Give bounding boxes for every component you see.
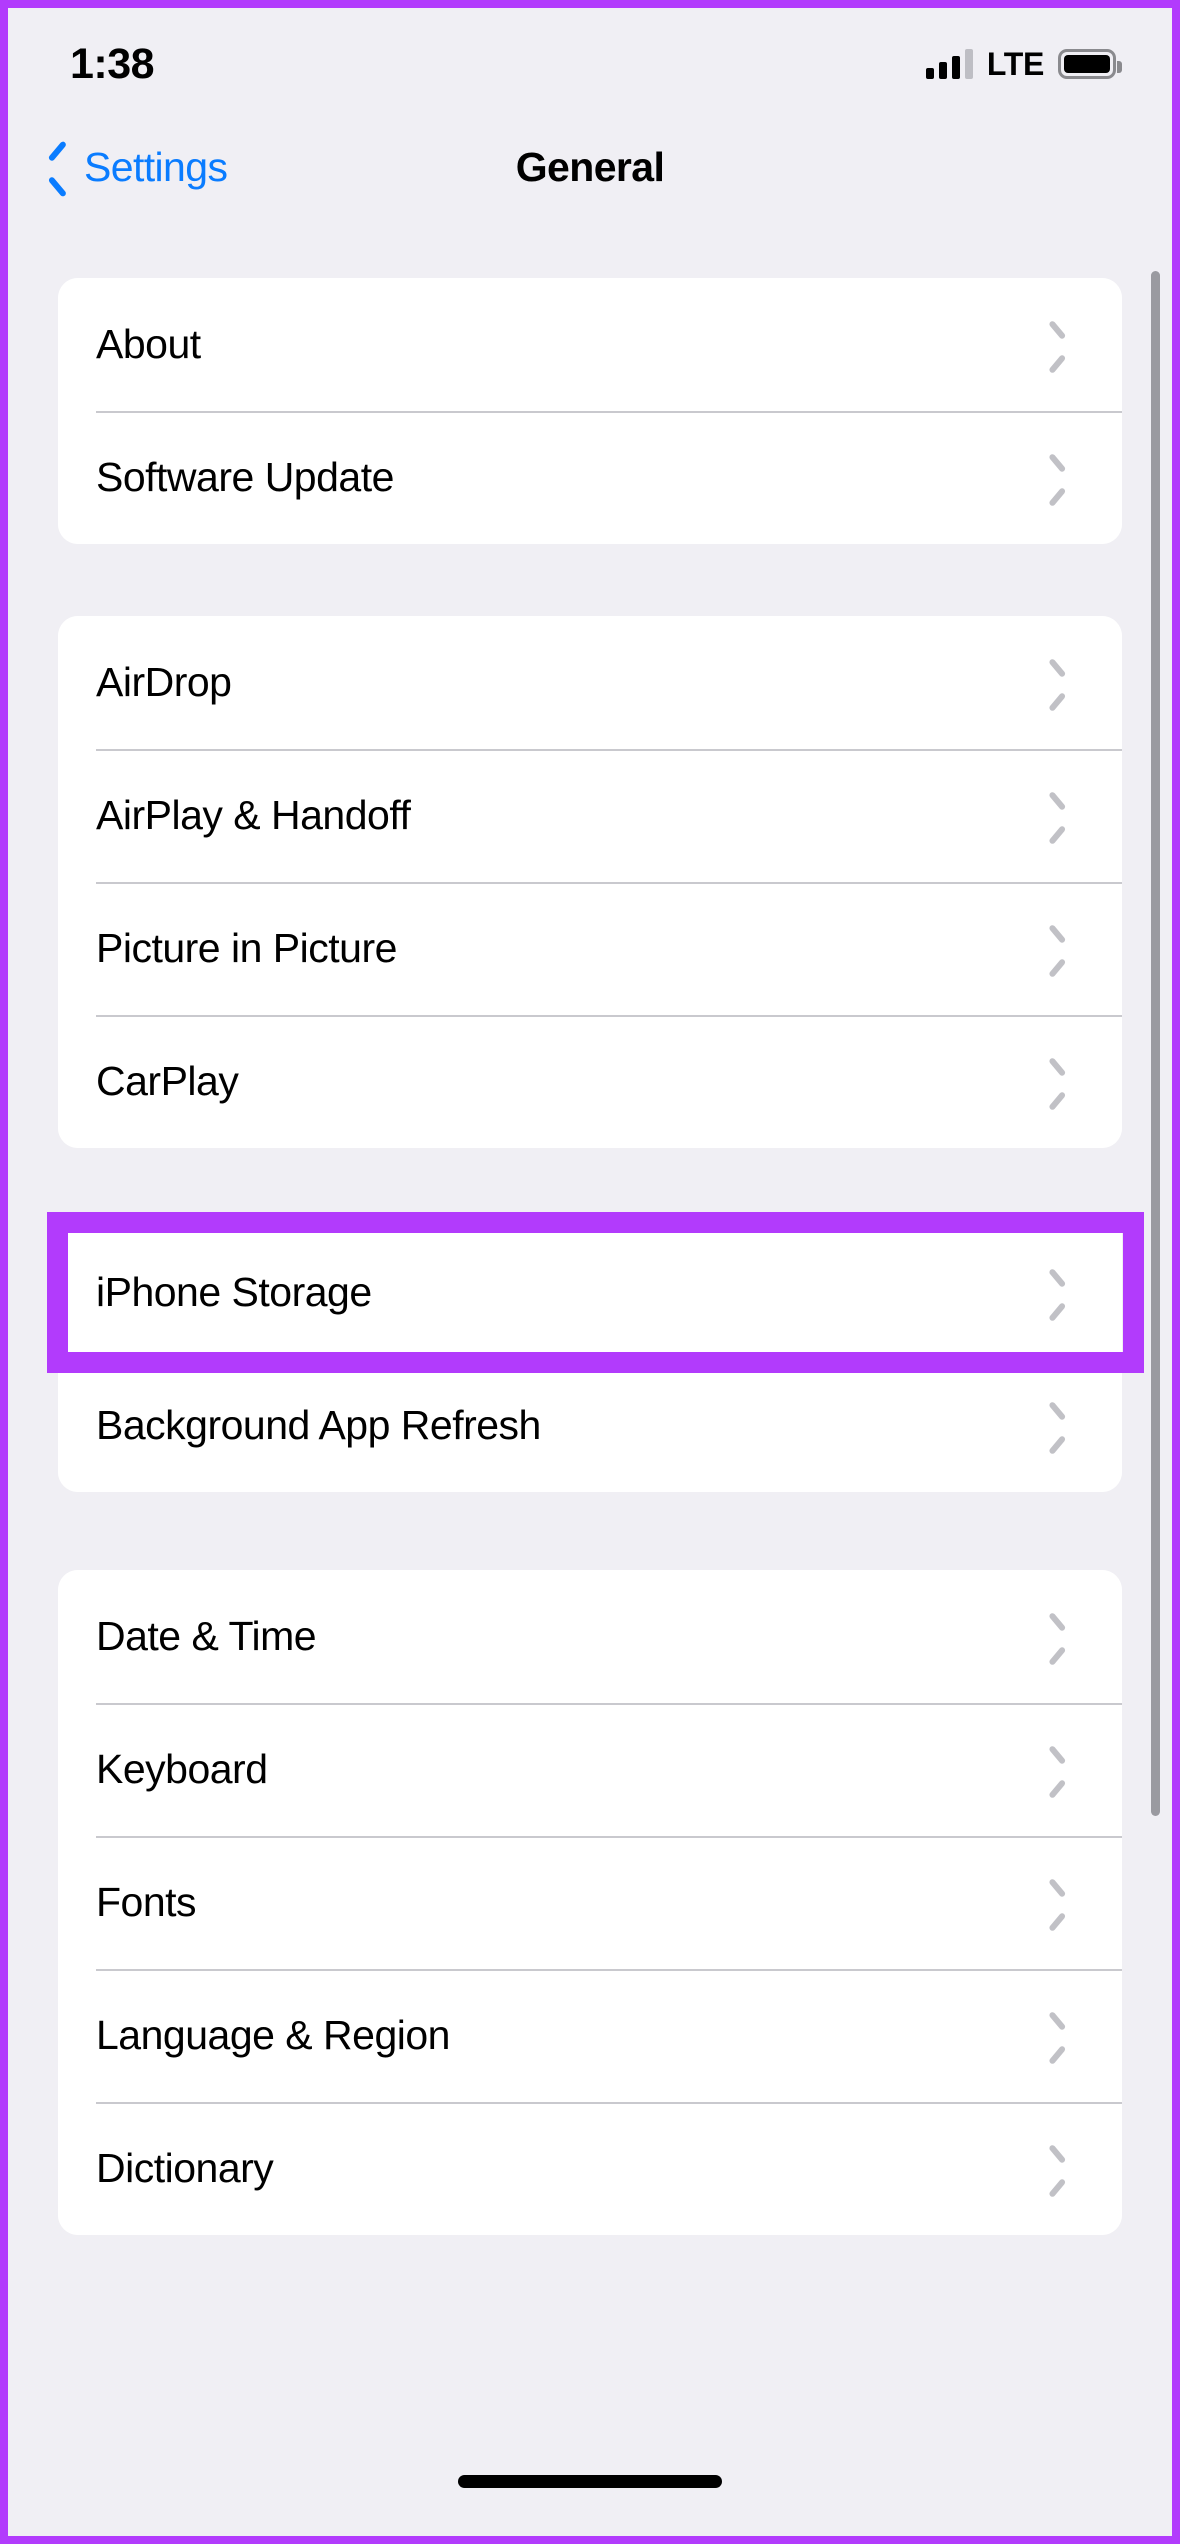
row-label: CarPlay	[96, 1058, 239, 1104]
row-label: Keyboard	[96, 1746, 268, 1792]
status-bar: 1:38 LTE	[8, 8, 1172, 120]
settings-group-localization: Date & Time Keyboard Fonts Language & Re…	[58, 1570, 1122, 2235]
signal-bars-icon	[925, 49, 973, 79]
row-label: AirDrop	[96, 659, 232, 705]
settings-row-software-update[interactable]: Software Update	[58, 411, 1122, 544]
home-indicator-bar[interactable]	[458, 2474, 722, 2488]
battery-icon	[1058, 49, 1122, 79]
settings-row-language-region[interactable]: Language & Region	[58, 1969, 1122, 2102]
row-label: Language & Region	[96, 2012, 450, 2058]
chevron-right-icon	[1046, 1753, 1064, 1787]
settings-row-dictionary[interactable]: Dictionary	[58, 2102, 1122, 2235]
chevron-right-icon	[1046, 2152, 1064, 2186]
settings-group-device-info: About Software Update	[58, 278, 1122, 544]
chevron-right-icon	[1046, 932, 1064, 966]
home-indicator-area	[8, 2426, 1172, 2536]
row-label: iPhone Storage	[96, 1269, 372, 1315]
settings-row-picture-in-picture[interactable]: Picture in Picture	[58, 882, 1122, 1015]
settings-row-airplay-handoff[interactable]: AirPlay & Handoff	[58, 749, 1122, 882]
settings-list: About Software Update AirDrop AirPlay & …	[8, 278, 1172, 2235]
settings-row-fonts[interactable]: Fonts	[58, 1836, 1122, 1969]
chevron-right-icon	[1046, 461, 1064, 495]
vertical-scrollbar[interactable]	[1151, 271, 1160, 1816]
settings-row-carplay[interactable]: CarPlay	[58, 1015, 1122, 1148]
row-label: About	[96, 321, 201, 367]
settings-row-background-app-refresh[interactable]: Background App Refresh	[58, 1359, 1122, 1492]
settings-row-keyboard[interactable]: Keyboard	[58, 1703, 1122, 1836]
chevron-right-icon	[1046, 1886, 1064, 1920]
chevron-right-icon	[1046, 1620, 1064, 1654]
settings-row-airdrop[interactable]: AirDrop	[58, 616, 1122, 749]
network-type-label: LTE	[986, 45, 1044, 82]
settings-row-about[interactable]: About	[58, 278, 1122, 411]
row-label: Software Update	[96, 454, 394, 500]
settings-group-connectivity: AirDrop AirPlay & Handoff Picture in Pic…	[58, 616, 1122, 1148]
status-bar-indicators: LTE	[925, 45, 1122, 83]
chevron-right-icon	[1046, 1065, 1064, 1099]
row-label: Picture in Picture	[96, 925, 397, 971]
row-label: Background App Refresh	[96, 1402, 541, 1448]
row-label: Fonts	[96, 1879, 197, 1925]
chevron-right-icon	[1046, 666, 1064, 700]
status-bar-time: 1:38	[70, 39, 155, 88]
back-button-settings[interactable]: Settings	[48, 143, 228, 191]
navigation-bar: Settings General	[8, 120, 1172, 214]
chevron-right-icon	[1046, 2019, 1064, 2053]
row-label: AirPlay & Handoff	[96, 792, 411, 838]
row-label: Date & Time	[96, 1613, 317, 1659]
iphone-screen: 1:38 LTE Settings General About Software…	[0, 0, 1180, 2544]
settings-group-storage: iPhone Storage Background App Refresh	[47, 1212, 1144, 1492]
chevron-left-icon	[48, 148, 70, 186]
chevron-right-icon	[1046, 328, 1064, 362]
chevron-right-icon	[1046, 799, 1064, 833]
settings-row-iphone-storage[interactable]: iPhone Storage	[58, 1226, 1122, 1359]
back-button-label: Settings	[84, 143, 228, 190]
settings-row-date-time[interactable]: Date & Time	[58, 1570, 1122, 1703]
chevron-right-icon	[1046, 1409, 1064, 1443]
row-label: Dictionary	[96, 2145, 274, 2191]
chevron-right-icon	[1046, 1276, 1064, 1310]
